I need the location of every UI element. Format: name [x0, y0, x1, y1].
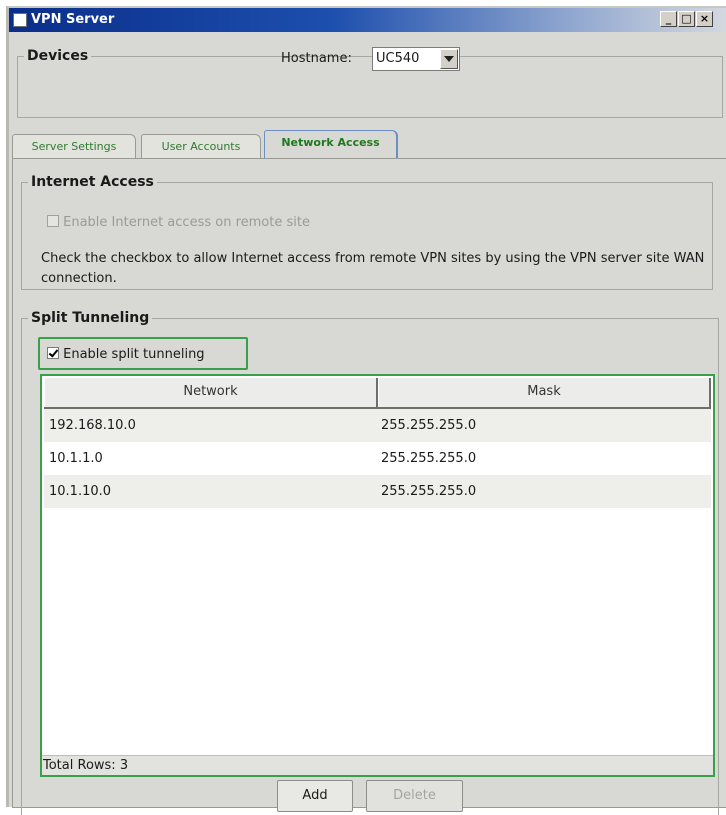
split-tunneling-checkbox-label: Enable split tunneling: [63, 347, 205, 362]
internet-access-checkbox[interactable]: [47, 215, 59, 227]
window-icon: [13, 13, 27, 27]
total-rows-status: Total Rows: 3: [42, 755, 713, 775]
internet-access-option[interactable]: Enable Internet access on remote site: [47, 215, 310, 230]
mask-cell: 255.255.255.0: [381, 484, 477, 499]
network-cell: 10.1.1.0: [49, 451, 103, 466]
split-tunneling-legend: Split Tunneling: [31, 310, 150, 326]
tab-network-access[interactable]: Network Access: [264, 130, 398, 160]
mask-cell: 255.255.255.0: [381, 451, 477, 466]
tab-user-accounts[interactable]: User Accounts: [141, 134, 261, 160]
table-row[interactable]: 10.1.10.0 255.255.255.0: [44, 475, 711, 508]
mask-cell: 255.255.255.0: [381, 418, 477, 433]
title-bar[interactable]: VPN Server _ □ ×: [9, 8, 726, 32]
window-title: VPN Server: [31, 12, 115, 27]
add-button[interactable]: Add: [277, 780, 353, 812]
tab-server-settings[interactable]: Server Settings: [12, 134, 136, 160]
internet-access-help: Check the checkbox to allow Internet acc…: [41, 251, 705, 286]
column-header-network[interactable]: Network: [44, 378, 378, 407]
restore-button[interactable]: □: [678, 11, 695, 27]
table-header: Network Mask: [44, 378, 711, 409]
networks-table[interactable]: Network Mask 192.168.10.0 255.255.255.0 …: [40, 374, 715, 777]
network-cell: 10.1.10.0: [49, 484, 112, 499]
internet-access-legend: Internet Access: [31, 174, 154, 190]
devices-group: Devices: [17, 48, 723, 118]
devices-legend: Devices: [27, 48, 89, 64]
table-row[interactable]: 192.168.10.0 255.255.255.0: [44, 409, 711, 442]
network-cell: 192.168.10.0: [49, 418, 136, 433]
dropdown-arrow-icon[interactable]: [440, 49, 458, 69]
internet-access-checkbox-label: Enable Internet access on remote site: [63, 215, 310, 230]
delete-button[interactable]: Delete: [366, 780, 463, 812]
split-tunneling-checkbox[interactable]: [47, 347, 59, 359]
split-tunneling-option[interactable]: Enable split tunneling: [38, 337, 248, 370]
vpn-server-window: VPN Server _ □ × Devices Hostname: UC540…: [6, 6, 726, 815]
table-row[interactable]: 10.1.1.0 255.255.255.0: [44, 442, 711, 475]
column-header-mask[interactable]: Mask: [378, 378, 711, 407]
hostname-value: UC540: [376, 51, 420, 66]
close-button[interactable]: ×: [696, 11, 713, 27]
minimize-button[interactable]: _: [660, 11, 677, 27]
hostname-label: Hostname:: [281, 51, 352, 66]
hostname-select[interactable]: UC540: [372, 47, 460, 71]
